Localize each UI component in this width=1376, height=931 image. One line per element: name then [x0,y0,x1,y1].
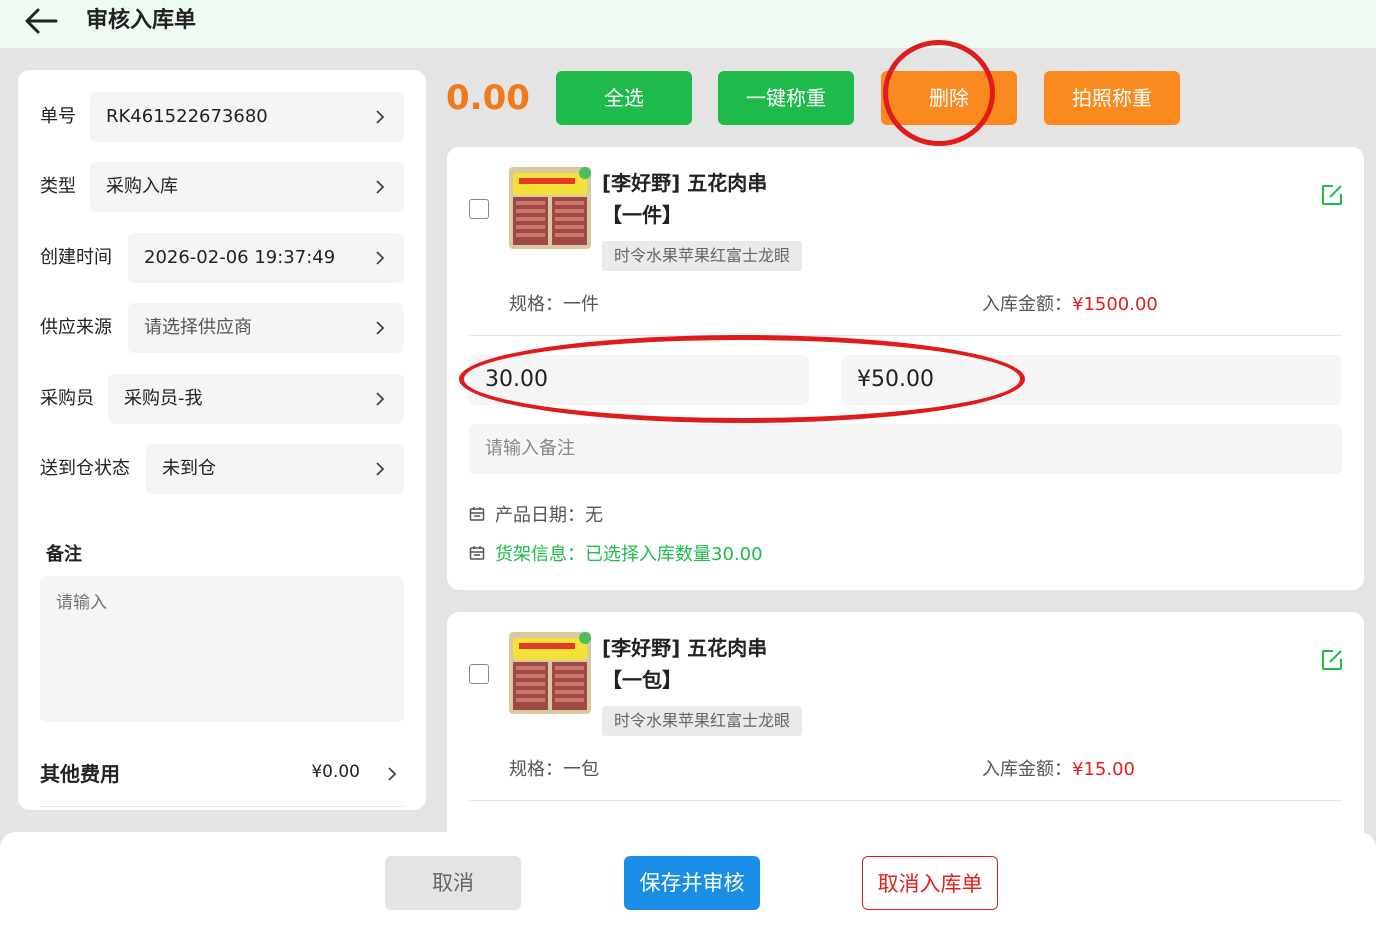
product-photo-icon [509,632,591,714]
page-title: 审核入库单 [86,8,197,33]
buyer-row: 采购员 采购员-我 [18,374,426,424]
edit-icon[interactable] [1320,648,1344,672]
product-date-label: 产品日期： [495,505,585,526]
supplier-select[interactable]: 请选择供应商 [128,303,404,353]
spec-text: 规格：一包 [509,755,599,781]
amount-value: ¥1500.00 [1072,294,1158,315]
product-image[interactable] [509,632,591,714]
created-time-row: 创建时间 2026-02-06 19:37:49 [18,233,426,283]
buyer-value: 采购员-我 [124,388,203,409]
shelf-info-value: 已选择入库数量30.00 [585,544,763,565]
warehouse-status-value: 未到仓 [162,458,216,479]
order-no-label: 单号 [40,106,76,127]
divider [469,800,1342,801]
product-date-line[interactable]: 产品日期：无 [469,501,603,527]
edit-icon[interactable] [1320,183,1344,207]
calendar-icon [469,546,485,560]
save-and-audit-button[interactable]: 保存并审核 [624,856,760,910]
supplier-label: 供应来源 [40,317,112,338]
spec-label: 规格： [509,294,563,315]
quantity-input[interactable]: 30.00 [469,355,809,405]
supplier-placeholder: 请选择供应商 [144,317,252,338]
item-note-input[interactable]: 请输入备注 [469,424,1342,474]
warehouse-status-row: 送到仓状态 未到仓 [18,444,426,494]
cancel-button[interactable]: 取消 [385,856,521,910]
delete-button[interactable]: 删除 [881,71,1017,125]
type-value: 采购入库 [106,176,178,197]
amount-text: 入库金额：¥1500.00 [982,290,1158,316]
product-tag: 时令水果苹果红富士龙眼 [602,706,803,736]
product-card: [李好野] 五花肉串【一件】 时令水果苹果红富士龙眼 规格：一件 入库金额：¥1… [447,147,1364,590]
created-time-field[interactable]: 2026-02-06 19:37:49 [128,233,404,283]
price-input[interactable]: ¥50.00 [841,355,1341,405]
chevron-right-icon [376,392,385,406]
product-card: [李好野] 五花肉串【一包】 时令水果苹果红富士龙眼 规格：一包 入库金额：¥1… [447,612,1364,842]
created-time-value: 2026-02-06 19:37:49 [144,247,336,268]
item-checkbox[interactable] [469,199,489,219]
created-time-label: 创建时间 [40,247,112,268]
product-photo-icon [509,167,591,249]
back-arrow-icon[interactable] [22,6,62,36]
warehouse-status-select[interactable]: 未到仓 [146,444,404,494]
spec-value: 一件 [563,294,599,315]
bottom-action-bar: 取消 保存并审核 取消入库单 [0,832,1376,931]
amount-label: 入库金额： [982,294,1072,315]
amount-label: 入库金额： [982,759,1072,780]
item-checkbox[interactable] [469,664,489,684]
total-amount: 0.00 [446,78,530,118]
buyer-label: 采购员 [40,388,94,409]
other-fee-value: ¥0.00 [311,762,360,782]
void-order-button[interactable]: 取消入库单 [862,856,998,910]
chevron-right-icon [376,321,385,335]
chevron-right-icon [376,110,385,124]
type-label: 类型 [40,176,76,197]
top-bar: 审核入库单 [0,0,1376,48]
chevron-right-icon [376,180,385,194]
photo-weigh-button[interactable]: 拍照称重 [1044,71,1180,125]
order-no-value: RK461522673680 [106,106,268,127]
product-name: [李好野] 五花肉串【一包】 [602,636,768,692]
product-image[interactable] [509,167,591,249]
supplier-row: 供应来源 请选择供应商 [18,303,426,353]
other-fee-label: 其他费用 [40,762,120,786]
remark-title: 备注 [46,544,82,565]
order-no-field[interactable]: RK461522673680 [90,92,404,142]
calendar-icon [469,507,485,521]
buyer-select[interactable]: 采购员-我 [108,374,404,424]
chevron-right-icon [376,251,385,265]
divider [40,806,404,807]
shelf-info-line[interactable]: 货架信息： 已选择入库数量30.00 [469,540,763,566]
chevron-right-icon [388,767,397,781]
type-field[interactable]: 采购入库 [90,162,404,212]
product-date-value: 无 [585,505,603,526]
product-tag: 时令水果苹果红富士龙眼 [602,241,803,271]
order-info-panel: 单号 RK461522673680 类型 采购入库 创建时间 2026-02-0… [18,70,426,810]
spec-text: 规格：一件 [509,290,599,316]
select-all-button[interactable]: 全选 [556,71,692,125]
one-key-weigh-button[interactable]: 一键称重 [718,71,854,125]
spec-label: 规格： [509,759,563,780]
product-name: [李好野] 五花肉串【一件】 [602,171,768,227]
warehouse-status-label: 送到仓状态 [40,458,130,479]
divider [469,335,1342,336]
spec-value: 一包 [563,759,599,780]
amount-text: 入库金额：¥15.00 [982,755,1135,781]
type-row: 类型 采购入库 [18,162,426,212]
remark-textarea[interactable] [40,576,404,722]
amount-value: ¥15.00 [1072,759,1135,780]
shelf-info-label: 货架信息： [495,544,585,565]
order-no-row: 单号 RK461522673680 [18,92,426,142]
chevron-right-icon [376,462,385,476]
other-fee-row[interactable]: 其他费用 ¥0.00 [18,752,426,792]
